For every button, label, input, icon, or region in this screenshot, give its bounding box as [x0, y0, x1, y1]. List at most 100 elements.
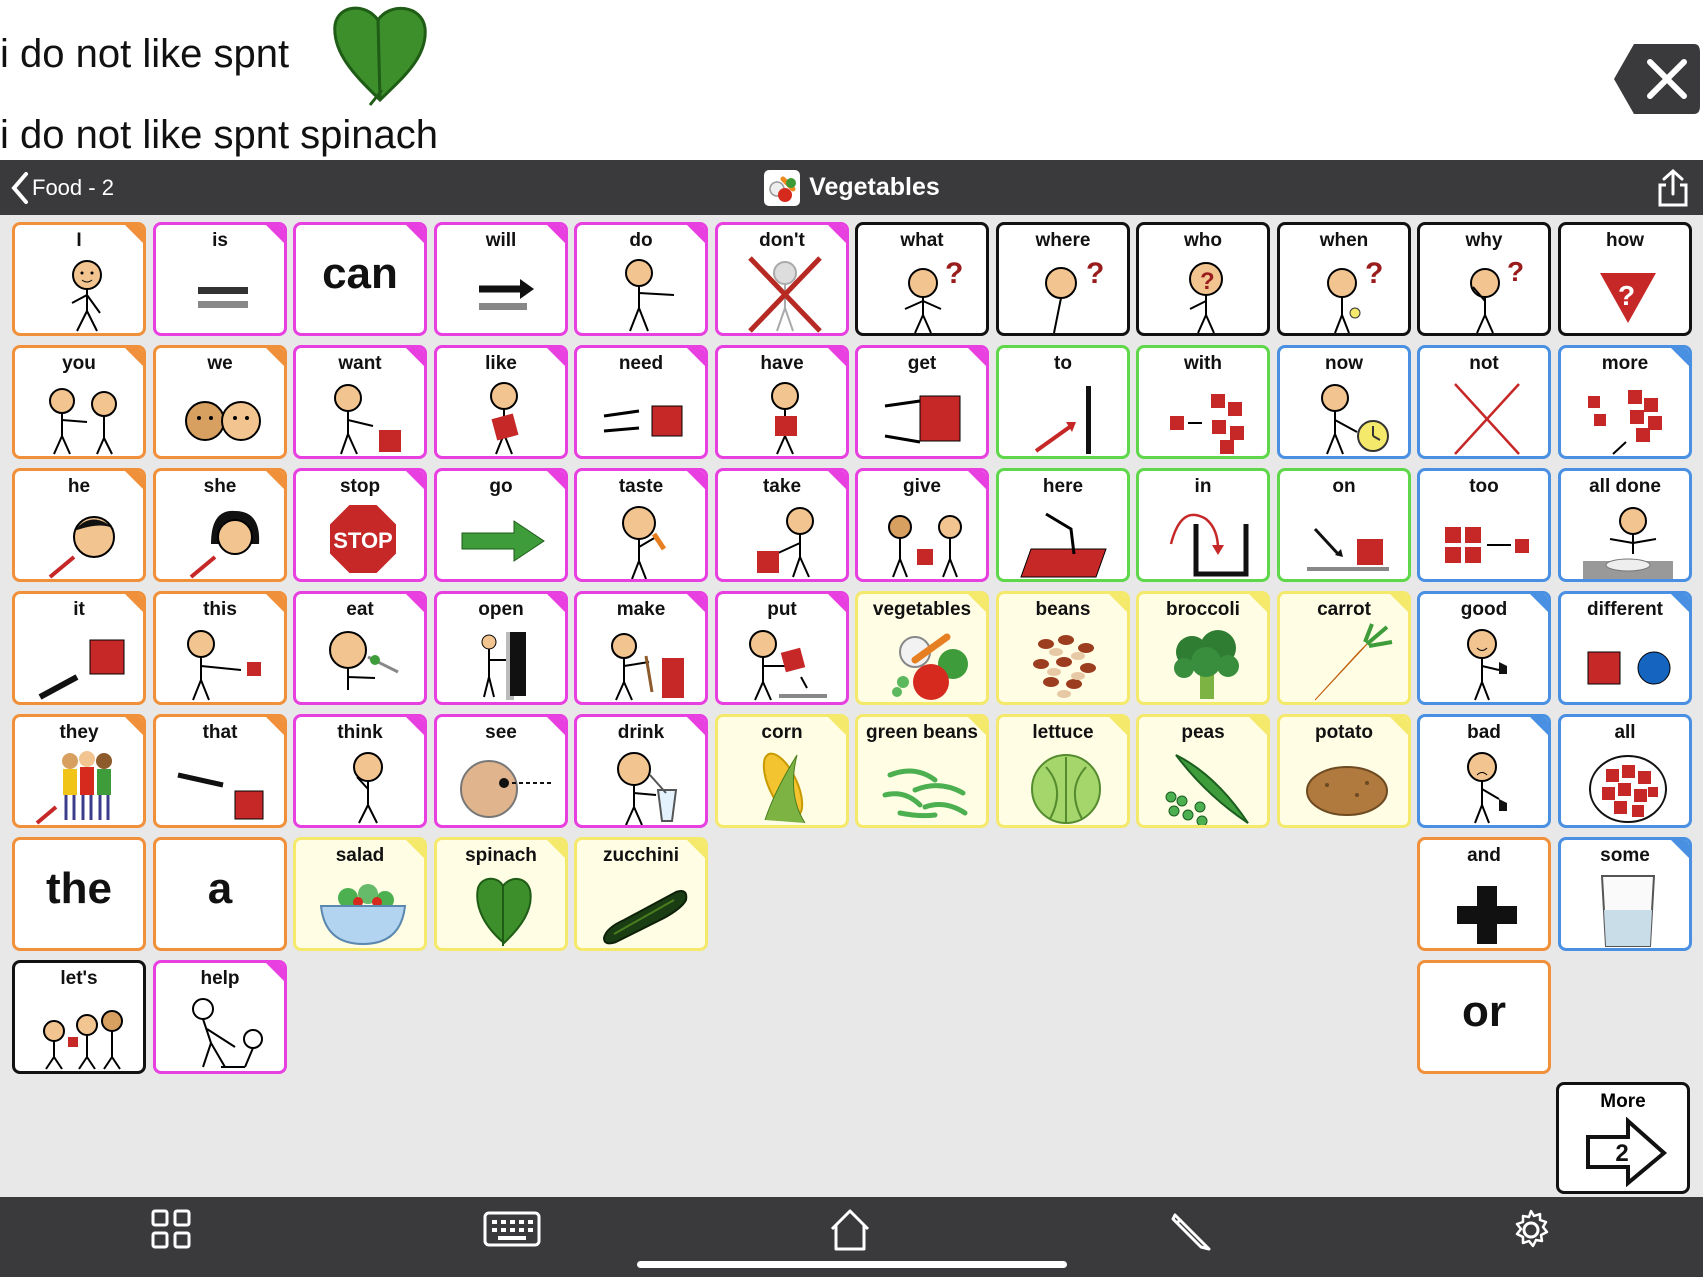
cell-the[interactable]: the: [12, 837, 146, 951]
cell-stop[interactable]: stop STOP: [293, 468, 427, 582]
potato-icon: [1306, 766, 1388, 816]
cell-think[interactable]: think: [293, 714, 427, 828]
cell-put[interactable]: put: [715, 591, 849, 705]
cell-make[interactable]: make: [574, 591, 708, 705]
zucchini-icon: [602, 890, 688, 945]
cell-is[interactable]: is: [153, 222, 287, 336]
cell-too[interactable]: too: [1417, 468, 1551, 582]
cell-take[interactable]: take: [715, 468, 849, 582]
cell-more-word[interactable]: more: [1558, 345, 1692, 459]
cell-lettuce[interactable]: lettuce: [996, 714, 1130, 828]
person-question-icon: ?: [904, 257, 963, 333]
cell-with[interactable]: with: [1136, 345, 1270, 459]
cell-all[interactable]: all: [1558, 714, 1692, 828]
clear-message-button[interactable]: [1614, 44, 1700, 114]
cell-carrot[interactable]: carrot: [1277, 591, 1411, 705]
gear-icon[interactable]: [1503, 1205, 1559, 1255]
green-arrow-icon: [461, 520, 545, 562]
cell-peas[interactable]: peas: [1136, 714, 1270, 828]
cell-in[interactable]: in: [1136, 468, 1270, 582]
cell-broccoli[interactable]: broccoli: [1136, 591, 1270, 705]
cell-taste[interactable]: taste: [574, 468, 708, 582]
cell-how[interactable]: how ?: [1558, 222, 1692, 336]
cell-what[interactable]: what ?: [855, 222, 989, 336]
cell-they[interactable]: they: [12, 714, 146, 828]
person-reaching-icon: [334, 384, 401, 455]
cell-open[interactable]: open: [434, 591, 568, 705]
person-finished-plate-icon: [1583, 507, 1673, 579]
cell-dont[interactable]: don't: [715, 222, 849, 336]
grid-icon[interactable]: [143, 1205, 199, 1255]
cell-help[interactable]: help: [153, 960, 287, 1074]
more-page-button[interactable]: More 2: [1556, 1082, 1690, 1194]
cell-spinach[interactable]: spinach: [434, 837, 568, 951]
triangle-question-icon: ?: [1600, 273, 1656, 323]
cell-now[interactable]: now: [1277, 345, 1411, 459]
cell-who[interactable]: who ?: [1136, 222, 1270, 336]
cell-i[interactable]: I: [12, 222, 146, 336]
spinach-icon: [476, 877, 532, 946]
cell-will[interactable]: will: [434, 222, 568, 336]
cell-go[interactable]: go: [434, 468, 568, 582]
pencil-icon[interactable]: [1163, 1205, 1219, 1255]
cell-corn[interactable]: corn: [715, 714, 849, 828]
cell-want[interactable]: want: [293, 345, 427, 459]
cell-some[interactable]: some: [1558, 837, 1692, 951]
cell-eat[interactable]: eat: [293, 591, 427, 705]
cell-why[interactable]: why ?: [1417, 222, 1551, 336]
cell-here[interactable]: here: [996, 468, 1130, 582]
cell-and[interactable]: and: [1417, 837, 1551, 951]
cell-do[interactable]: do: [574, 222, 708, 336]
cell-vegetables[interactable]: vegetables: [855, 591, 989, 705]
cell-where[interactable]: where ?: [996, 222, 1130, 336]
cell-green-beans[interactable]: green beans: [855, 714, 989, 828]
cell-can[interactable]: can: [293, 222, 427, 336]
cell-when[interactable]: when ?: [1277, 222, 1411, 336]
red-x-icon: [1454, 383, 1520, 455]
cell-good[interactable]: good: [1417, 591, 1551, 705]
cell-not[interactable]: not: [1417, 345, 1551, 459]
cell-drink[interactable]: drink: [574, 714, 708, 828]
cell-that[interactable]: that: [153, 714, 287, 828]
cell-we[interactable]: we: [153, 345, 287, 459]
stop-sign-text: STOP: [333, 528, 393, 553]
cell-have[interactable]: have: [715, 345, 849, 459]
home-icon[interactable]: [822, 1205, 878, 1255]
cell-on[interactable]: on: [1277, 468, 1411, 582]
cell-potato[interactable]: potato: [1277, 714, 1411, 828]
cell-get[interactable]: get: [855, 345, 989, 459]
cell-all-done[interactable]: all done: [1558, 468, 1692, 582]
group-of-people-icon: [35, 751, 112, 825]
cell-salad[interactable]: salad: [293, 837, 427, 951]
person-drinking-icon: [617, 752, 678, 825]
more-page-number: 2: [1615, 1140, 1628, 1167]
person-helping-icon: [192, 998, 263, 1068]
back-button[interactable]: Food - 2: [10, 170, 114, 206]
svg-text:?: ?: [1507, 256, 1524, 287]
cell-to[interactable]: to: [996, 345, 1130, 459]
cell-a[interactable]: a: [153, 837, 287, 951]
cell-he[interactable]: he: [12, 468, 146, 582]
message-bar[interactable]: i do not like spnt i do not like spnt sp…: [0, 0, 1703, 160]
cell-lets[interactable]: let's: [12, 960, 146, 1074]
share-icon[interactable]: [1655, 168, 1691, 208]
back-label: Food - 2: [32, 175, 114, 200]
person-pointing-self-icon: [71, 260, 102, 332]
corn-icon: [762, 752, 806, 824]
board-title: Vegetables: [809, 173, 940, 201]
cell-bad[interactable]: bad: [1417, 714, 1551, 828]
keyboard-icon[interactable]: [482, 1205, 542, 1255]
cell-this[interactable]: this: [153, 591, 287, 705]
cell-zucchini[interactable]: zucchini: [574, 837, 708, 951]
cell-need[interactable]: need: [574, 345, 708, 459]
cell-she[interactable]: she: [153, 468, 287, 582]
cell-beans[interactable]: beans: [996, 591, 1130, 705]
cell-it[interactable]: it: [12, 591, 146, 705]
cell-like[interactable]: like: [434, 345, 568, 459]
cell-different[interactable]: different: [1558, 591, 1692, 705]
cell-or[interactable]: or: [1417, 960, 1551, 1074]
plus-icon: [1457, 886, 1517, 944]
cell-give[interactable]: give: [855, 468, 989, 582]
cell-see[interactable]: see: [434, 714, 568, 828]
cell-you[interactable]: you: [12, 345, 146, 459]
